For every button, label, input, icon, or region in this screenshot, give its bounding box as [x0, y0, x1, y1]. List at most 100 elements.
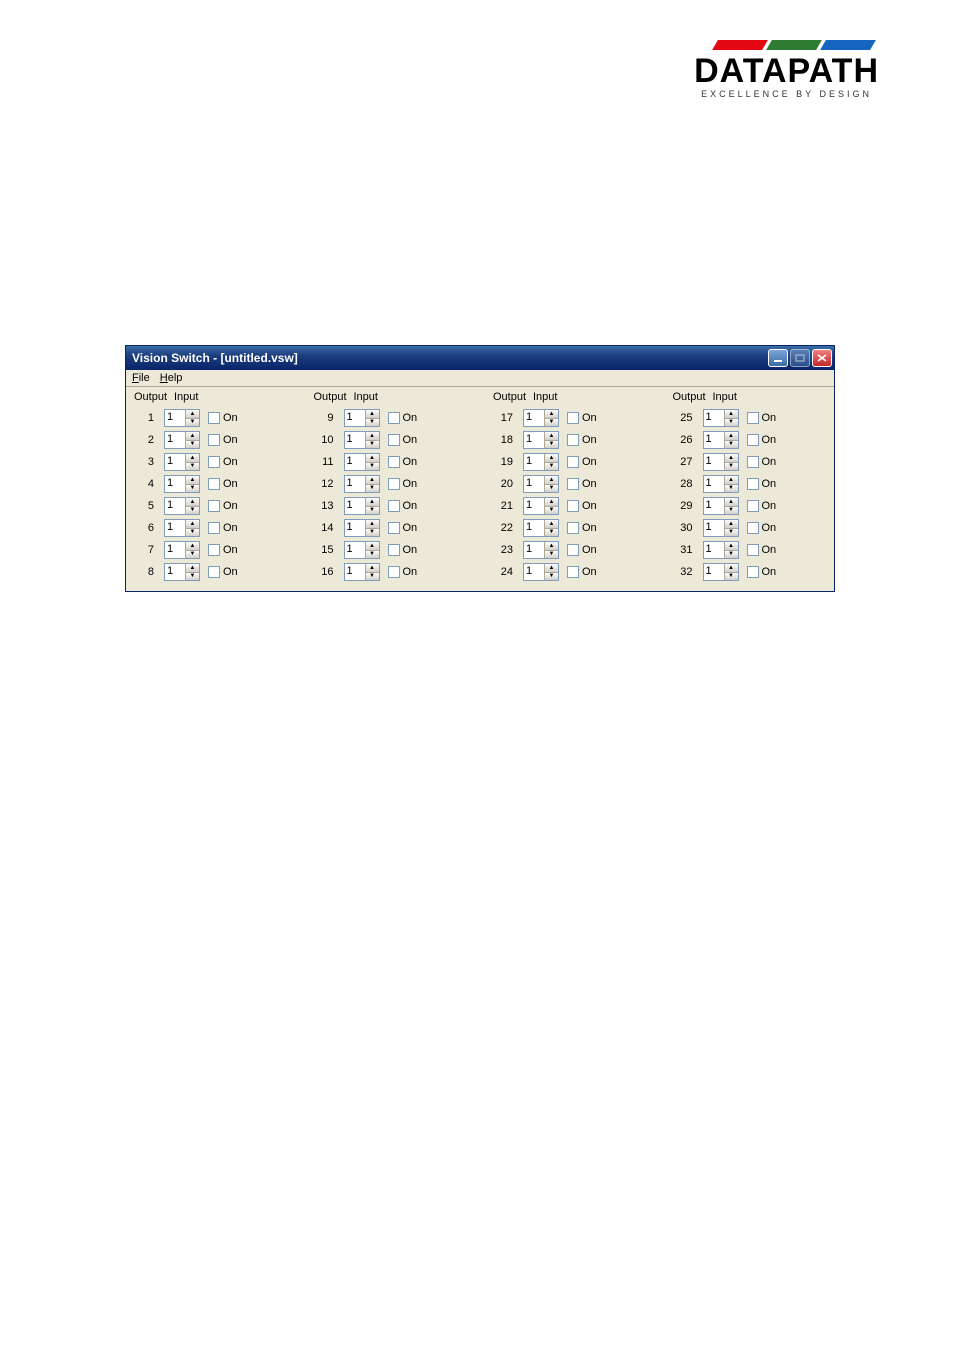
spin-down-button[interactable]: ▼ [724, 572, 738, 581]
input-value[interactable]: 1 [524, 454, 544, 470]
on-toggle[interactable]: On [567, 434, 597, 446]
on-toggle[interactable]: On [747, 456, 777, 468]
checkbox-icon[interactable] [388, 478, 400, 490]
on-toggle[interactable]: On [747, 478, 777, 490]
input-value[interactable]: 1 [704, 410, 724, 426]
input-spinner[interactable]: 1▲▼ [344, 519, 380, 537]
spin-up-button[interactable]: ▲ [365, 410, 379, 418]
checkbox-icon[interactable] [567, 434, 579, 446]
input-spinner[interactable]: 1▲▼ [523, 431, 559, 449]
on-toggle[interactable]: On [747, 522, 777, 534]
checkbox-icon[interactable] [388, 500, 400, 512]
spin-up-button[interactable]: ▲ [544, 520, 558, 528]
input-spinner[interactable]: 1▲▼ [703, 563, 739, 581]
spin-down-button[interactable]: ▼ [185, 528, 199, 537]
spin-down-button[interactable]: ▼ [185, 418, 199, 427]
input-spinner[interactable]: 1▲▼ [344, 409, 380, 427]
spin-up-button[interactable]: ▲ [544, 542, 558, 550]
spin-down-button[interactable]: ▼ [544, 572, 558, 581]
input-value[interactable]: 1 [704, 542, 724, 558]
input-spinner[interactable]: 1▲▼ [703, 475, 739, 493]
input-value[interactable]: 1 [165, 410, 185, 426]
input-value[interactable]: 1 [345, 410, 365, 426]
on-toggle[interactable]: On [747, 500, 777, 512]
input-spinner[interactable]: 1▲▼ [703, 497, 739, 515]
spin-up-button[interactable]: ▲ [365, 454, 379, 462]
input-spinner[interactable]: 1▲▼ [344, 475, 380, 493]
input-value[interactable]: 1 [524, 564, 544, 580]
spin-up-button[interactable]: ▲ [724, 454, 738, 462]
spin-down-button[interactable]: ▼ [365, 440, 379, 449]
checkbox-icon[interactable] [567, 544, 579, 556]
menu-file[interactable]: File [132, 372, 150, 384]
spin-up-button[interactable]: ▲ [365, 498, 379, 506]
checkbox-icon[interactable] [567, 566, 579, 578]
spin-down-button[interactable]: ▼ [365, 572, 379, 581]
on-toggle[interactable]: On [208, 478, 238, 490]
spin-down-button[interactable]: ▼ [365, 418, 379, 427]
spin-up-button[interactable]: ▲ [544, 498, 558, 506]
spin-up-button[interactable]: ▲ [544, 410, 558, 418]
spin-down-button[interactable]: ▼ [185, 572, 199, 581]
checkbox-icon[interactable] [747, 478, 759, 490]
input-value[interactable]: 1 [345, 498, 365, 514]
spin-up-button[interactable]: ▲ [185, 542, 199, 550]
checkbox-icon[interactable] [567, 522, 579, 534]
minimize-button[interactable] [768, 349, 788, 367]
spin-down-button[interactable]: ▼ [724, 528, 738, 537]
on-toggle[interactable]: On [567, 412, 597, 424]
checkbox-icon[interactable] [747, 544, 759, 556]
input-value[interactable]: 1 [524, 542, 544, 558]
checkbox-icon[interactable] [388, 456, 400, 468]
checkbox-icon[interactable] [567, 456, 579, 468]
spin-up-button[interactable]: ▲ [724, 432, 738, 440]
spin-down-button[interactable]: ▼ [724, 506, 738, 515]
spin-down-button[interactable]: ▼ [185, 462, 199, 471]
checkbox-icon[interactable] [208, 544, 220, 556]
input-value[interactable]: 1 [704, 498, 724, 514]
input-value[interactable]: 1 [704, 476, 724, 492]
spin-down-button[interactable]: ▼ [544, 550, 558, 559]
input-value[interactable]: 1 [345, 476, 365, 492]
checkbox-icon[interactable] [747, 500, 759, 512]
on-toggle[interactable]: On [567, 478, 597, 490]
checkbox-icon[interactable] [567, 412, 579, 424]
spin-up-button[interactable]: ▲ [365, 520, 379, 528]
on-toggle[interactable]: On [567, 544, 597, 556]
checkbox-icon[interactable] [208, 456, 220, 468]
spin-up-button[interactable]: ▲ [724, 564, 738, 572]
spin-down-button[interactable]: ▼ [724, 462, 738, 471]
input-spinner[interactable]: 1▲▼ [164, 409, 200, 427]
on-toggle[interactable]: On [567, 522, 597, 534]
checkbox-icon[interactable] [567, 500, 579, 512]
spin-up-button[interactable]: ▲ [724, 476, 738, 484]
input-value[interactable]: 1 [345, 432, 365, 448]
input-value[interactable]: 1 [165, 454, 185, 470]
checkbox-icon[interactable] [747, 434, 759, 446]
spin-up-button[interactable]: ▲ [724, 520, 738, 528]
input-value[interactable]: 1 [165, 476, 185, 492]
spin-down-button[interactable]: ▼ [185, 550, 199, 559]
spin-up-button[interactable]: ▲ [185, 564, 199, 572]
on-toggle[interactable]: On [208, 544, 238, 556]
input-value[interactable]: 1 [345, 542, 365, 558]
input-value[interactable]: 1 [345, 520, 365, 536]
input-value[interactable]: 1 [524, 498, 544, 514]
spin-down-button[interactable]: ▼ [544, 418, 558, 427]
input-spinner[interactable]: 1▲▼ [164, 541, 200, 559]
input-value[interactable]: 1 [165, 520, 185, 536]
spin-down-button[interactable]: ▼ [544, 528, 558, 537]
spin-down-button[interactable]: ▼ [544, 484, 558, 493]
input-spinner[interactable]: 1▲▼ [703, 519, 739, 537]
on-toggle[interactable]: On [388, 412, 418, 424]
spin-up-button[interactable]: ▲ [544, 432, 558, 440]
input-value[interactable]: 1 [345, 564, 365, 580]
input-spinner[interactable]: 1▲▼ [523, 563, 559, 581]
spin-up-button[interactable]: ▲ [185, 498, 199, 506]
input-value[interactable]: 1 [704, 454, 724, 470]
input-spinner[interactable]: 1▲▼ [164, 497, 200, 515]
spin-up-button[interactable]: ▲ [724, 542, 738, 550]
on-toggle[interactable]: On [388, 566, 418, 578]
close-button[interactable] [812, 349, 832, 367]
spin-down-button[interactable]: ▼ [365, 484, 379, 493]
